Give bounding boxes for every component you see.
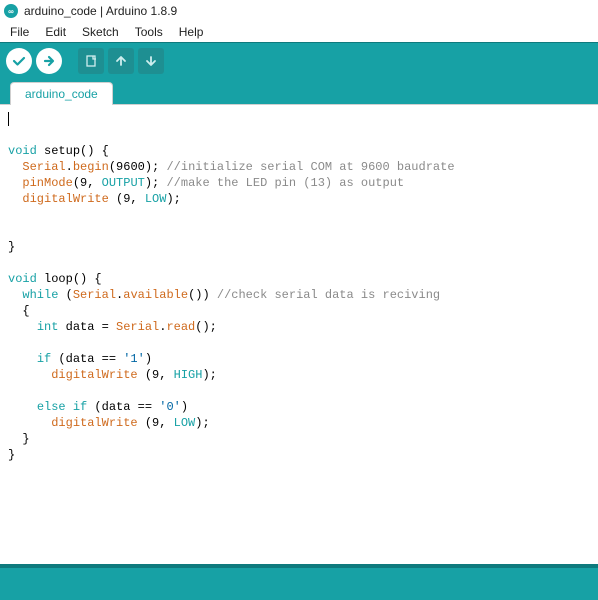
code-kw: int [37,320,59,334]
code-text [8,192,22,206]
code-kw: void [8,144,37,158]
code-fn: begin [73,160,109,174]
code-text: } [8,448,15,462]
menu-help[interactable]: Help [173,23,210,41]
arrow-down-icon [144,54,158,68]
new-button[interactable] [78,48,104,74]
code-text: (9, [73,176,102,190]
code-text: (); [195,320,217,334]
verify-button[interactable] [6,48,32,74]
code-kw: void [8,272,37,286]
code-const: OUTPUT [102,176,145,190]
code-fn: digitalWrite [51,368,137,382]
code-text: (9, [138,368,174,382]
code-text: (9, [109,192,145,206]
arduino-app-icon: ∞ [4,4,18,18]
window-title: arduino_code | Arduino 1.8.9 [24,4,177,18]
code-text [8,416,51,430]
code-comment: //make the LED pin (13) as output [159,176,404,190]
menu-file[interactable]: File [4,23,35,41]
arrow-up-icon [114,54,128,68]
code-str: '0' [159,400,181,414]
code-editor[interactable]: void setup() { Serial.begin(9600); //ini… [0,104,598,564]
check-icon [12,54,26,68]
code-text [8,320,37,334]
save-button[interactable] [138,48,164,74]
code-const: HIGH [174,368,203,382]
code-text: } [8,432,30,446]
code-text: ); [195,416,209,430]
code-kw: while [22,288,58,302]
code-text: ()) [188,288,210,302]
code-fn: digitalWrite [51,416,137,430]
code-kw: else if [37,400,87,414]
code-text: setup [37,144,80,158]
code-comment: //check serial data is reciving [210,288,440,302]
code-fn: pinMode [22,176,72,190]
arrow-right-icon [42,54,56,68]
code-text: ) [181,400,188,414]
code-text: ); [202,368,216,382]
code-fn: read [166,320,195,334]
code-text: data = [58,320,116,334]
code-fn: available [123,288,188,302]
toolbar [0,42,598,78]
code-str: '1' [123,352,145,366]
code-text: (data == [51,352,123,366]
code-fn: Serial [22,160,65,174]
code-comment: //initialize serial COM at 9600 baudrate [159,160,454,174]
code-const: LOW [145,192,167,206]
menu-sketch[interactable]: Sketch [76,23,125,41]
code-text [8,368,51,382]
code-text: ); [145,176,159,190]
menu-edit[interactable]: Edit [39,23,72,41]
code-kw: if [37,352,51,366]
code-text [8,176,22,190]
code-text: . [66,160,73,174]
menubar: File Edit Sketch Tools Help [0,22,598,42]
code-text: } [8,240,15,254]
code-text: { [8,304,30,318]
code-text: (9, [138,416,174,430]
titlebar: ∞ arduino_code | Arduino 1.8.9 [0,0,598,22]
code-text [8,288,22,302]
code-text: () { [80,144,109,158]
tab-current[interactable]: arduino_code [10,82,113,105]
code-text: (9600); [109,160,159,174]
code-text [8,352,37,366]
open-button[interactable] [108,48,134,74]
code-fn: Serial [116,320,159,334]
text-cursor [8,112,9,126]
code-text: ( [58,288,72,302]
code-text: ) [145,352,152,366]
code-text: loop [37,272,73,286]
tabstrip: arduino_code [0,78,598,104]
new-file-icon [84,54,98,68]
upload-button[interactable] [36,48,62,74]
code-text [8,160,22,174]
code-text [8,400,37,414]
code-fn: digitalWrite [22,192,108,206]
code-const: LOW [174,416,196,430]
console-panel [0,564,598,600]
code-text: () { [73,272,102,286]
menu-tools[interactable]: Tools [129,23,169,41]
code-text: ); [166,192,180,206]
code-text: (data == [87,400,159,414]
code-fn: Serial [73,288,116,302]
